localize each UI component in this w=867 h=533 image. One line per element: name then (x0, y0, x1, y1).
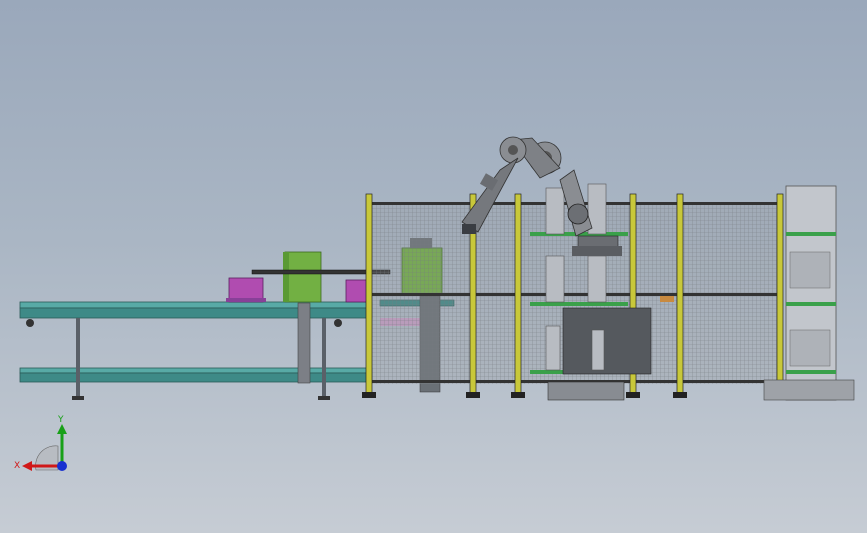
cad-viewport[interactable]: Y X (0, 0, 867, 533)
x-axis-label: X (14, 461, 20, 471)
infeed-conveyor (19, 301, 373, 400)
coordinate-triad: Y X (14, 415, 67, 471)
assembly-model[interactable]: Y X (0, 0, 867, 533)
product-carton (226, 277, 266, 303)
y-axis-label: Y (57, 415, 64, 425)
product-carton (345, 279, 369, 303)
